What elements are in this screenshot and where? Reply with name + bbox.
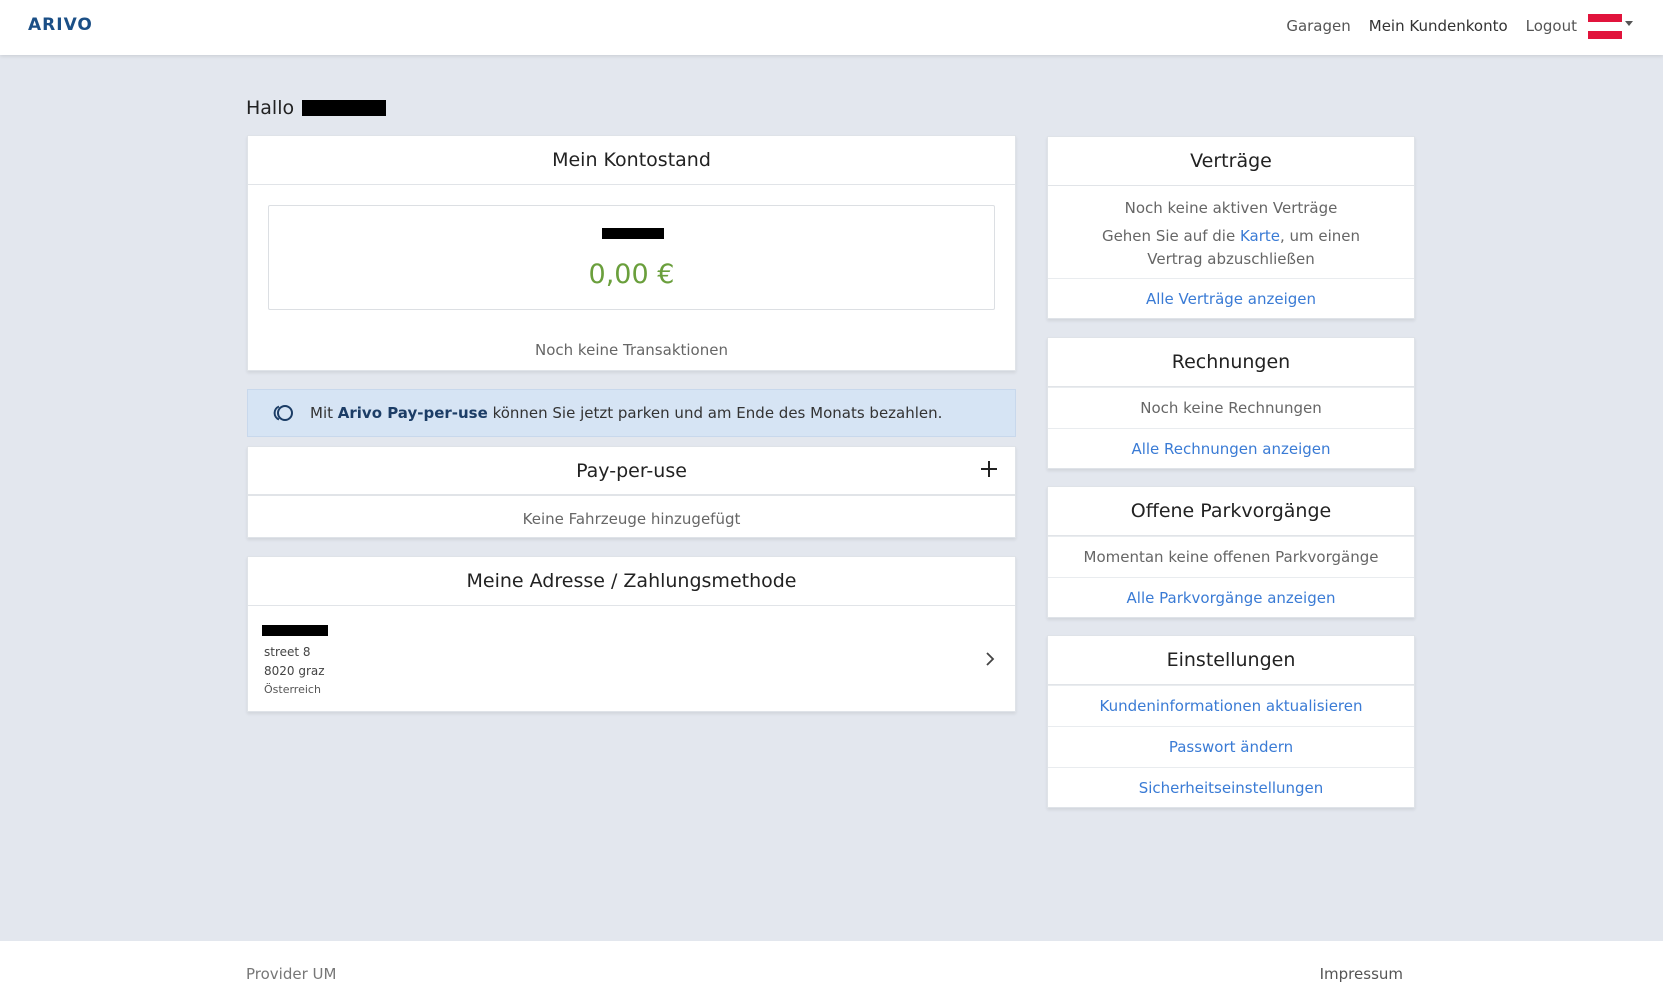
austria-flag-icon[interactable] xyxy=(1588,14,1622,39)
vertraege-title: Verträge xyxy=(1048,137,1414,186)
language-dropdown-caret-icon[interactable] xyxy=(1625,21,1633,26)
payperuse-info-banner: Mit Arivo Pay-per-use können Sie jetzt p… xyxy=(247,389,1016,437)
top-navbar: ARIVO Garagen Mein Kundenkonto Logout xyxy=(0,0,1663,55)
kontostand-card: Mein Kontostand 0,00 € Noch keine Transa… xyxy=(247,135,1016,371)
redacted-username xyxy=(302,100,387,116)
add-vehicle-button[interactable] xyxy=(977,457,1001,481)
greeting-text: Hallo xyxy=(246,97,295,119)
address-country: Österreich xyxy=(264,683,321,696)
einstellungen-card: Einstellungen Kundeninformationen aktual… xyxy=(1047,635,1415,808)
all-vertraege-link[interactable]: Alle Verträge anzeigen xyxy=(1048,278,1414,319)
map-link[interactable]: Karte xyxy=(1240,227,1280,245)
parkvorgaenge-card: Offene Parkvorgänge Momentan keine offen… xyxy=(1047,486,1415,618)
transactions-empty-text: Noch keine Transaktionen xyxy=(535,341,728,359)
chevron-right-icon[interactable] xyxy=(985,651,995,667)
info-brand: Arivo Pay-per-use xyxy=(337,404,488,422)
redacted-account-label xyxy=(602,228,664,239)
greeting: Hallo xyxy=(246,97,387,119)
footer-provider: Provider UM xyxy=(246,965,337,983)
change-password-link[interactable]: Passwort ändern xyxy=(1048,726,1414,767)
balance-box: 0,00 € xyxy=(268,205,995,310)
arivo-logo[interactable]: ARIVO xyxy=(28,15,93,35)
footer-impressum-link[interactable]: Impressum xyxy=(1320,965,1403,983)
payperuse-title: Pay-per-use xyxy=(248,447,1015,496)
payperuse-card: Pay-per-use Keine Fahrzeuge hinzugefügt xyxy=(247,446,1016,538)
nav-links: Garagen Mein Kundenkonto Logout xyxy=(1286,17,1577,35)
balance-amount: 0,00 € xyxy=(588,259,675,290)
kontostand-title: Mein Kontostand xyxy=(248,136,1015,185)
payperuse-empty-text: Keine Fahrzeuge hinzugefügt xyxy=(522,510,741,528)
plus-icon xyxy=(981,461,997,477)
vertraege-hint: Gehen Sie auf die Karte, um einen Vertra… xyxy=(1078,225,1384,271)
security-settings-link[interactable]: Sicherheitseinstellungen xyxy=(1048,767,1414,808)
vertraege-empty-text: Noch keine aktiven Verträge xyxy=(1124,199,1338,217)
info-suffix: können Sie jetzt parken und am Ende des … xyxy=(487,404,943,422)
vertraege-card: Verträge Noch keine aktiven Verträge Geh… xyxy=(1047,136,1415,319)
address-street: street 8 xyxy=(264,645,311,659)
footer: Provider UM Impressum xyxy=(0,941,1663,1001)
nav-link-garagen[interactable]: Garagen xyxy=(1286,17,1350,35)
nav-link-kundenkonto[interactable]: Mein Kundenkonto xyxy=(1369,17,1508,35)
coins-icon xyxy=(273,405,293,421)
address-city: 8020 graz xyxy=(264,664,325,678)
update-customer-info-link[interactable]: Kundeninformationen aktualisieren xyxy=(1048,685,1414,726)
all-rechnungen-link[interactable]: Alle Rechnungen anzeigen xyxy=(1048,428,1414,469)
all-parkvorgaenge-link[interactable]: Alle Parkvorgänge anzeigen xyxy=(1048,577,1414,618)
vertraege-hint-before: Gehen Sie auf die xyxy=(1101,227,1240,245)
parkvorgaenge-empty-text: Momentan keine offenen Parkvorgänge xyxy=(1048,536,1414,577)
address-title: Meine Adresse / Zahlungsmethode xyxy=(248,557,1015,606)
redacted-name xyxy=(262,625,328,636)
address-payment-card[interactable]: Meine Adresse / Zahlungsmethode street 8… xyxy=(247,556,1016,712)
rechnungen-title: Rechnungen xyxy=(1048,338,1414,387)
info-prefix: Mit xyxy=(310,404,338,422)
nav-link-logout[interactable]: Logout xyxy=(1526,17,1577,35)
parkvorgaenge-title: Offene Parkvorgänge xyxy=(1048,487,1414,536)
rechnungen-empty-text: Noch keine Rechnungen xyxy=(1048,387,1414,428)
rechnungen-card: Rechnungen Noch keine Rechnungen Alle Re… xyxy=(1047,337,1415,469)
einstellungen-title: Einstellungen xyxy=(1048,636,1414,685)
